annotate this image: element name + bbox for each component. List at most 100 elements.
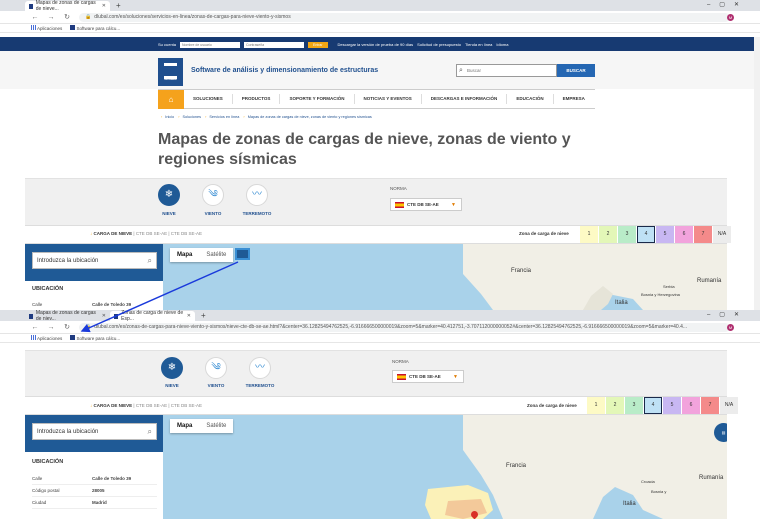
back-icon[interactable]: ← [31, 14, 39, 21]
hazard-label-viento[interactable]: VIENTO [196, 383, 236, 388]
nav-educacion[interactable]: EDUCACIÓN [507, 94, 554, 104]
favicon-icon [114, 313, 119, 319]
zone-swatch-1[interactable]: 1 [580, 226, 598, 243]
location-input[interactable]: Introduzca la ubicación ⌕ [32, 252, 157, 269]
zone-swatch-4[interactable]: 4 [637, 226, 655, 243]
wind-icon[interactable]: ༄ [202, 184, 224, 206]
zone-swatch-3[interactable]: 3 [625, 397, 643, 414]
location-panel: Introduzca la ubicación ⌕ UBICACIÓN Calle… [25, 244, 163, 311]
crumb-inicio[interactable]: Inicio [165, 115, 174, 119]
url-input[interactable]: 🔒 dlubal.com/es/soluciones/servicios-en-… [79, 12, 730, 22]
screen-capture-icon[interactable] [235, 248, 250, 260]
bookmark-apps[interactable]: Aplicaciones [31, 335, 62, 341]
new-tab-icon[interactable]: + [116, 1, 121, 11]
zone-swatch-3[interactable]: 3 [618, 226, 636, 243]
snowflake-icon[interactable]: ❄ [161, 357, 183, 379]
bookmark-software[interactable]: Software para cálcu... [70, 25, 120, 31]
window-controls[interactable]: –▢✕ [707, 311, 748, 318]
dlubal-badge-icon[interactable]: ▤ [714, 423, 727, 442]
dlubal-logo[interactable]: Dlubal [158, 58, 183, 86]
zone-swatch-7[interactable]: 7 [701, 397, 719, 414]
bookmark-software[interactable]: Software para cálcu... [70, 335, 120, 341]
close-tab-icon[interactable]: ✕ [187, 313, 191, 319]
map-label-francia: Francia [506, 463, 527, 469]
shop-link[interactable]: Tienda en línea [465, 42, 492, 47]
zone-swatch-7[interactable]: 7 [694, 226, 712, 243]
nav-soluciones[interactable]: SOLUCIONES [184, 94, 233, 104]
zone-swatch-2[interactable]: 2 [599, 226, 617, 243]
close-tab-icon[interactable]: ✕ [102, 313, 106, 319]
zone-swatch-6[interactable]: 6 [675, 226, 693, 243]
bookmarks-bar: Aplicaciones Software para cálcu... [0, 24, 760, 33]
scrollbar[interactable] [754, 37, 760, 310]
zone-swatch-6[interactable]: 6 [682, 397, 700, 414]
password-input[interactable]: Contraseña [244, 41, 305, 48]
lock-icon: 🔒 [85, 14, 92, 20]
map-type-satellite[interactable]: Satélite [199, 419, 233, 433]
map-label-bosnia: Bosnia y Herzegovina [641, 292, 680, 297]
site-search-input[interactable]: ⌕ Buscar [456, 64, 557, 77]
bookmark-apps[interactable]: Aplicaciones [31, 25, 62, 31]
zone-swatch-1[interactable]: 1 [587, 397, 605, 414]
hazard-label-terremoto[interactable]: TERREMOTO [237, 211, 277, 216]
browser-window-2: Mapas de zonas de cargas de niev... ✕ Zo… [0, 310, 760, 519]
forward-icon[interactable]: → [47, 324, 55, 331]
reload-icon[interactable]: ↻ [63, 323, 71, 331]
map-type-satellite[interactable]: Satélite [199, 248, 233, 262]
crumb-current: Mapas de zonas de cargas de nieve, zonas… [247, 115, 372, 119]
zone-swatch-5[interactable]: 5 [663, 397, 681, 414]
language-link[interactable]: Idioma [496, 42, 508, 47]
seismic-icon[interactable]: 〰 [246, 184, 268, 206]
profile-avatar[interactable]: M [727, 323, 734, 331]
zone-swatch-4[interactable]: 4 [644, 397, 662, 414]
new-tab-icon[interactable]: + [201, 311, 206, 321]
snowflake-icon[interactable]: ❄ [158, 184, 180, 206]
location-row: Ciudad Madrid [32, 497, 157, 509]
browser-tab[interactable]: Zonas de carga de nieve de Esp... ✕ [110, 310, 195, 322]
close-tab-icon[interactable]: ✕ [102, 3, 106, 9]
quote-link[interactable]: Solicitud de presupuesto [417, 42, 461, 47]
crumb-servicios[interactable]: Servicios en línea [209, 115, 239, 119]
favicon-icon [29, 313, 33, 319]
hazard-label-nieve[interactable]: NIEVE [149, 211, 189, 216]
forward-icon[interactable]: → [47, 14, 55, 21]
tab-strip: Mapas de zonas de cargas de niev... ✕ Zo… [0, 310, 760, 322]
browser-tab[interactable]: Mapas de zonas de cargas de nieve... ✕ [25, 0, 110, 12]
tab-strip: Mapas de zonas de cargas de nieve... ✕ +… [0, 0, 760, 12]
hazard-label-viento[interactable]: VIENTO [193, 211, 233, 216]
address-bar: ← → ↻ 🔒 dlubal.com/es/zonas-de-cargas-pa… [0, 321, 760, 334]
map-type-map[interactable]: Mapa [170, 419, 199, 433]
nav-soporte[interactable]: SOPORTE Y FORMACIÓN [280, 94, 355, 104]
search-button[interactable]: BUSCAR [557, 64, 595, 77]
login-button[interactable]: Entrar [308, 41, 328, 48]
back-icon[interactable]: ← [31, 324, 39, 331]
map-view[interactable]: Mapa Satélite Francia Rumanía Italia Bos… [163, 415, 727, 519]
reload-icon[interactable]: ↻ [63, 13, 71, 21]
wind-icon[interactable]: ༄ [205, 357, 227, 379]
nav-descargas[interactable]: DESCARGAS E INFORMACIÓN [422, 94, 508, 104]
home-icon[interactable]: ⌂ [158, 89, 184, 109]
crumb-soluciones[interactable]: Soluciones [182, 115, 201, 119]
browser-tab[interactable]: Mapas de zonas de cargas de niev... ✕ [25, 310, 110, 322]
account-link[interactable]: Su cuenta [158, 42, 176, 47]
location-input[interactable]: Introduzca la ubicación ⌕ [32, 423, 157, 440]
norma-select[interactable]: CTE DB SE-AE ▼ [390, 198, 462, 211]
nav-productos[interactable]: PRODUCTOS [233, 94, 281, 104]
trial-link[interactable]: Descargar la versión de prueba de 90 día… [338, 42, 414, 47]
tab-title: Mapas de zonas de cargas de niev... [35, 310, 96, 322]
zone-swatch-na[interactable]: N/A [720, 397, 738, 414]
zone-swatch-na[interactable]: N/A [713, 226, 731, 243]
nav-noticias[interactable]: NOTICIAS Y EVENTOS [355, 94, 422, 104]
profile-avatar[interactable]: M [727, 13, 734, 21]
zone-swatch-2[interactable]: 2 [606, 397, 624, 414]
nav-empresa[interactable]: EMPRESA [554, 94, 594, 104]
url-input[interactable]: 🔒 dlubal.com/es/zonas-de-cargas-para-nie… [79, 322, 730, 332]
seismic-icon[interactable]: 〰 [249, 357, 271, 379]
hazard-label-nieve[interactable]: NIEVE [152, 383, 192, 388]
hazard-label-terremoto[interactable]: TERREMOTO [240, 383, 280, 388]
zone-swatch-5[interactable]: 5 [656, 226, 674, 243]
norma-select[interactable]: CTE DB SE-AE ▼ [392, 370, 464, 383]
map-type-map[interactable]: Mapa [170, 248, 199, 262]
username-input[interactable]: Nombre de usuario [180, 41, 241, 48]
window-controls[interactable]: –▢✕ [707, 1, 748, 8]
